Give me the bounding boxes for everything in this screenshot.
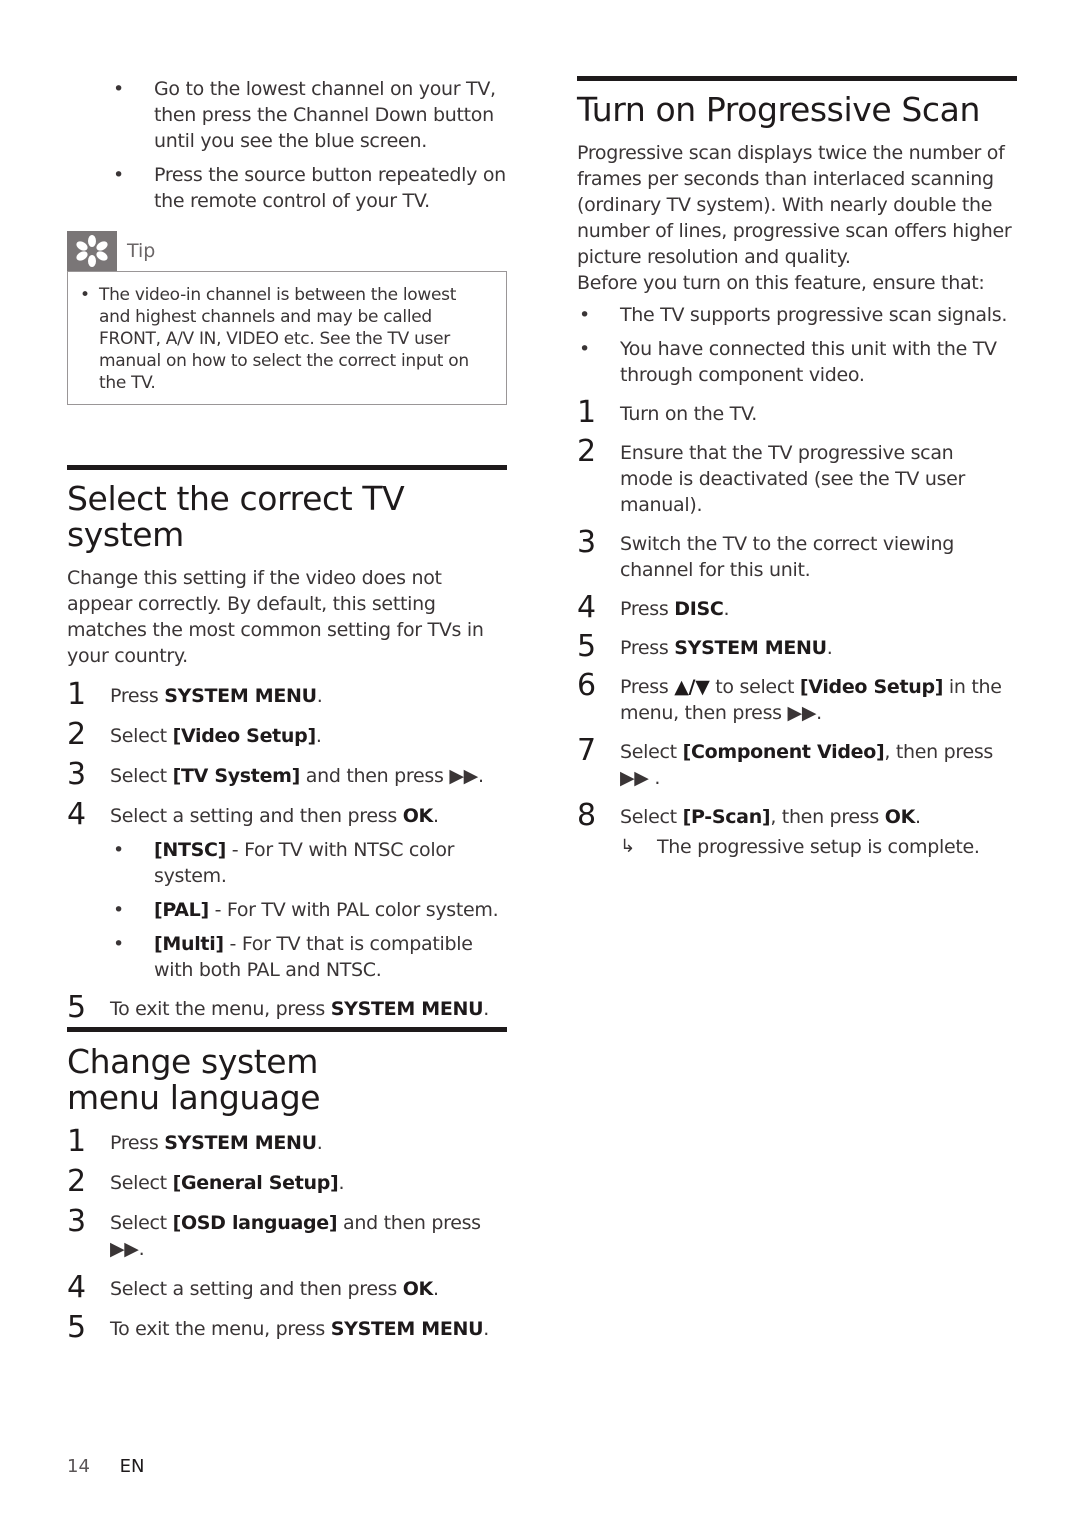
step-list: 1 Press SYSTEM MENU. 2 Select [General S…	[67, 1124, 507, 1345]
section-divider	[577, 76, 1017, 81]
step-item: 1 Press SYSTEM MENU.	[67, 677, 323, 712]
bullet-icon: •	[113, 933, 124, 955]
bullet-icon: •	[80, 285, 90, 305]
list-item: • The TV supports progressive scan signa…	[579, 304, 1008, 326]
step-item: 1 Turn on the TV.	[577, 395, 757, 430]
step-number: 1	[67, 677, 86, 712]
step-item: 8 Select [P-Scan], then press OK.	[577, 798, 921, 833]
step-number: 8	[577, 798, 596, 833]
step-list: 1 Turn on the TV. 2 Ensure that the TV p…	[577, 395, 1017, 860]
step-number: 4	[67, 1270, 86, 1305]
step-result: ↳ The progressive setup is complete.	[620, 836, 980, 858]
section-title: Turn on Progressive Scan	[577, 90, 980, 129]
step-item: 2 Select [General Setup].	[67, 1164, 345, 1199]
intro-bullet-list: • Go to the lowest channel on your TV, t…	[67, 76, 507, 214]
step-number: 5	[67, 1310, 86, 1345]
step-number: 3	[67, 757, 86, 792]
list-item: • Press the source button repeatedly on …	[113, 164, 506, 212]
section-title: Change system menu language	[67, 1042, 321, 1117]
bullet-icon: •	[113, 899, 124, 921]
bullet-icon: •	[113, 164, 124, 186]
step-item: 5 Press SYSTEM MENU.	[577, 629, 833, 664]
step-item: 4 Press DISC.	[577, 590, 730, 625]
step-number: 2	[67, 1164, 86, 1199]
bullet-icon: •	[113, 78, 124, 100]
section-intro: Progressive scan displays twice the numb…	[577, 142, 1012, 268]
step-item: 5 To exit the menu, press SYSTEM MENU.	[67, 990, 490, 1025]
step-number: 3	[577, 525, 596, 560]
step-number: 7	[577, 733, 596, 768]
prereq-list: • The TV supports progressive scan signa…	[577, 302, 1017, 388]
tip-label: Tip	[127, 240, 156, 262]
page-number: 14	[67, 1456, 90, 1477]
section-progressive-scan: Turn on Progressive Scan Progressive sca…	[577, 76, 1017, 860]
bullet-icon: •	[579, 304, 590, 326]
step-number: 6	[577, 668, 596, 703]
page-footer: 14 EN	[67, 1456, 144, 1477]
step-item: 3 Select [TV System] and then press ▶▶.	[67, 757, 484, 792]
section-intro: Change this setting if the video does no…	[67, 567, 484, 667]
asterisk-icon	[67, 231, 117, 271]
language-code: EN	[119, 1456, 145, 1477]
step-list: 1 Press SYSTEM MENU. 2 Select [Video Set…	[67, 677, 507, 1025]
tip-box: • The video-in channel is between the lo…	[67, 271, 507, 405]
step-item: 5 To exit the menu, press SYSTEM MENU.	[67, 1310, 490, 1345]
tip-header: Tip	[67, 231, 507, 271]
section-tv-system: Select the correct TV system Change this…	[67, 465, 507, 1025]
option-item: • [PAL] - For TV with PAL color system.	[113, 899, 499, 921]
prereq-intro: Before you turn on this feature, ensure …	[577, 272, 985, 294]
step-item: 1 Press SYSTEM MENU.	[67, 1124, 323, 1159]
step-number: 5	[67, 990, 86, 1025]
section-divider	[67, 465, 507, 470]
step-number: 2	[577, 434, 596, 469]
step-item: 2 Ensure that the TV progressive scan mo…	[577, 434, 966, 517]
list-item: • Go to the lowest channel on your TV, t…	[113, 78, 496, 152]
option-item: • [NTSC] - For TV with NTSC color system…	[113, 839, 455, 887]
step-item: 4 Select a setting and then press OK.	[67, 1270, 439, 1305]
step-item: 6 Press ▲/▼ to select [Video Setup] in t…	[577, 668, 1002, 725]
step-item: 4 Select a setting and then press OK.	[67, 797, 439, 832]
section-title: Select the correct TV system	[67, 479, 405, 554]
step-number: 4	[67, 797, 86, 832]
tip-callout: Tip • The video-in channel is between th…	[67, 231, 507, 405]
up-down-arrows-icon: ▲/▼	[674, 676, 710, 698]
step-item: 2 Select [Video Setup].	[67, 717, 322, 752]
section-divider	[67, 1027, 507, 1032]
result-arrow-icon: ↳	[620, 836, 635, 857]
step-item: 3 Select [OSD language] and then press ▶…	[67, 1204, 481, 1261]
list-item: • You have connected this unit with the …	[579, 338, 997, 386]
step-number: 1	[577, 395, 596, 430]
bullet-icon: •	[579, 338, 590, 360]
step-number: 4	[577, 590, 596, 625]
step-number: 3	[67, 1204, 86, 1239]
section-menu-language: Change system menu language 1 Press SYST…	[67, 1027, 507, 1345]
bullet-icon: •	[113, 839, 124, 861]
step-number: 5	[577, 629, 596, 664]
step-number: 2	[67, 717, 86, 752]
step-number: 1	[67, 1124, 86, 1159]
step-item: 3 Switch the TV to the correct viewing c…	[577, 525, 954, 582]
step-item: 7 Select [Component Video], then press ▶…	[577, 733, 994, 790]
tip-item: • The video-in channel is between the lo…	[80, 285, 469, 393]
option-item: • [Multi] - For TV that is compatible wi…	[113, 933, 473, 981]
